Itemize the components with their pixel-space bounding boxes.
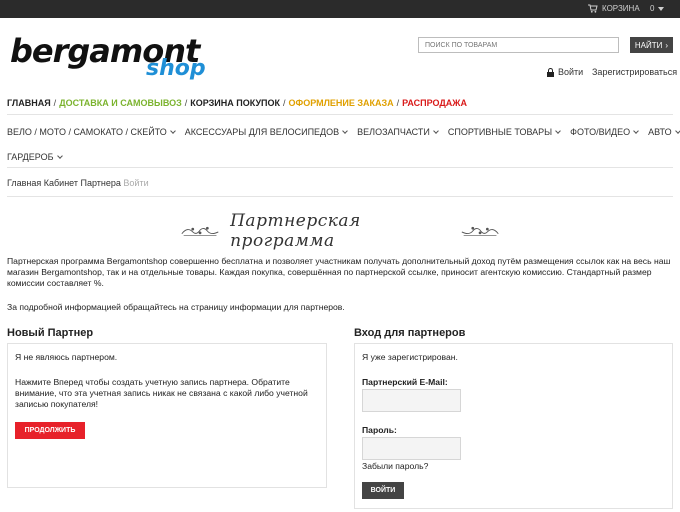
search-button-label: НАЙТИ bbox=[634, 40, 663, 50]
divider bbox=[7, 167, 673, 168]
page-heading: Партнерская программа bbox=[180, 211, 500, 251]
email-field[interactable] bbox=[362, 389, 461, 412]
top-bar: КОРЗИНА 0 bbox=[0, 0, 680, 18]
divider bbox=[7, 196, 673, 197]
main-nav-auto[interactable]: АВТО bbox=[648, 127, 680, 137]
cart-label: КОРЗИНА bbox=[602, 4, 640, 13]
breadcrumb-home[interactable]: Главная bbox=[7, 178, 41, 188]
nav-separator: / bbox=[396, 98, 400, 108]
chevron-down-icon bbox=[169, 127, 176, 134]
page-title: Партнерская программа bbox=[230, 211, 361, 251]
login-button[interactable]: ВОЙТИ bbox=[362, 482, 404, 499]
main-nav-bikes[interactable]: ВЕЛО / МОТО / САМОКАТО / СКЕЙТО bbox=[7, 127, 176, 137]
login-title: Вход для партнеров bbox=[354, 327, 466, 339]
main-nav-label: СПОРТИВНЫЕ ТОВАРЫ bbox=[447, 127, 553, 137]
cart-count: 0 bbox=[650, 4, 655, 13]
site-logo[interactable]: bergamont shop bbox=[10, 35, 244, 82]
divider bbox=[7, 114, 673, 115]
password-field[interactable] bbox=[362, 437, 461, 460]
nav-separator: / bbox=[184, 98, 188, 108]
main-nav-label: ВЕЛО / МОТО / САМОКАТО / СКЕЙТО bbox=[7, 127, 167, 137]
ornament-left-icon bbox=[181, 226, 219, 236]
quick-nav-home[interactable]: ГЛАВНАЯ bbox=[7, 98, 51, 108]
intro-text: Партнерская программа Bergamontshop сове… bbox=[7, 256, 671, 289]
quick-nav: ГЛАВНАЯ / ДОСТАВКА И САМОВЫВОЗ / КОРЗИНА… bbox=[7, 98, 467, 108]
caret-down-icon bbox=[658, 6, 665, 11]
main-nav-accessories[interactable]: АКСЕССУАРЫ ДЛЯ ВЕЛОСИПЕДОВ bbox=[184, 127, 348, 137]
login-link[interactable]: Войти bbox=[547, 67, 583, 77]
chevron-down-icon bbox=[674, 127, 680, 134]
breadcrumb: Главная Кабинет Партнера Войти bbox=[7, 178, 149, 188]
lock-icon bbox=[547, 68, 554, 77]
chevron-down-icon bbox=[633, 127, 639, 134]
cart-icon bbox=[588, 4, 598, 13]
main-nav-label: ФОТО/ВИДЕО bbox=[570, 127, 631, 137]
chevron-right-icon: › bbox=[665, 40, 669, 50]
logo-subtitle: shop bbox=[146, 56, 206, 81]
main-nav: ВЕЛО / МОТО / САМОКАТО / СКЕЙТО АКСЕССУА… bbox=[7, 127, 680, 137]
cart-link[interactable]: КОРЗИНА bbox=[588, 4, 640, 13]
login-link-label: Войти bbox=[558, 67, 584, 77]
search-button[interactable]: НАЙТИ › bbox=[630, 37, 673, 53]
main-nav-wardrobe[interactable]: ГАРДЕРОБ bbox=[7, 152, 63, 162]
cart-count-dropdown[interactable]: 0 bbox=[650, 4, 665, 13]
info-note: За подробной информацией обращайтесь на … bbox=[7, 302, 345, 312]
new-partner-line1: Я не являюсь партнером. bbox=[15, 352, 118, 362]
new-partner-box: Я не являюсь партнером. Нажмите Вперед ч… bbox=[7, 343, 327, 488]
main-nav-label: ВЕЛОЗАПЧАСТИ bbox=[357, 127, 430, 137]
main-nav-parts[interactable]: ВЕЛОЗАПЧАСТИ bbox=[357, 127, 439, 137]
main-nav-label: ГАРДЕРОБ bbox=[7, 152, 54, 162]
main-nav-row2: ГАРДЕРОБ bbox=[7, 152, 72, 162]
ornament-right-icon bbox=[461, 226, 499, 236]
main-nav-sports[interactable]: СПОРТИВНЫЕ ТОВАРЫ bbox=[447, 127, 561, 137]
breadcrumb-current: Войти bbox=[123, 178, 149, 188]
chevron-down-icon bbox=[555, 127, 561, 134]
chevron-down-icon bbox=[433, 127, 439, 134]
search-input[interactable] bbox=[418, 37, 619, 53]
main-nav-label: АВТО bbox=[648, 127, 672, 137]
quick-nav-sale[interactable]: РАСПРОДАЖА bbox=[402, 98, 467, 108]
register-link-label: Зарегистрироваться bbox=[592, 67, 678, 77]
quick-nav-checkout[interactable]: ОФОРМЛЕНИЕ ЗАКАЗА bbox=[289, 98, 394, 108]
login-box: Я уже зарегистрирован. Партнерский E-Mai… bbox=[354, 343, 673, 509]
forgot-password-link[interactable]: Забыли пароль? bbox=[362, 461, 428, 472]
new-partner-title: Новый Партнер bbox=[7, 327, 94, 339]
password-label: Пароль: bbox=[362, 425, 397, 435]
new-partner-desc: Нажмите Вперед чтобы создать учетную зап… bbox=[15, 377, 308, 410]
register-link[interactable]: Зарегистрироваться bbox=[592, 67, 677, 77]
chevron-down-icon bbox=[56, 152, 63, 159]
quick-nav-cart[interactable]: КОРЗИНА ПОКУПОК bbox=[190, 98, 280, 108]
quick-nav-delivery[interactable]: ДОСТАВКА И САМОВЫВОЗ bbox=[59, 98, 182, 108]
breadcrumb-cabinet[interactable]: Кабинет Партнера bbox=[44, 178, 121, 188]
email-label: Партнерский E-Mail: bbox=[362, 377, 448, 387]
nav-separator: / bbox=[53, 98, 57, 108]
nav-separator: / bbox=[283, 98, 286, 108]
chevron-down-icon bbox=[342, 127, 348, 134]
main-nav-photo-video[interactable]: ФОТО/ВИДЕО bbox=[570, 127, 639, 137]
continue-button[interactable]: ПРОДОЛЖИТЬ bbox=[15, 422, 85, 439]
main-nav-label: АКСЕССУАРЫ ДЛЯ ВЕЛОСИПЕДОВ bbox=[184, 127, 340, 137]
login-line1: Я уже зарегистрирован. bbox=[362, 352, 458, 362]
